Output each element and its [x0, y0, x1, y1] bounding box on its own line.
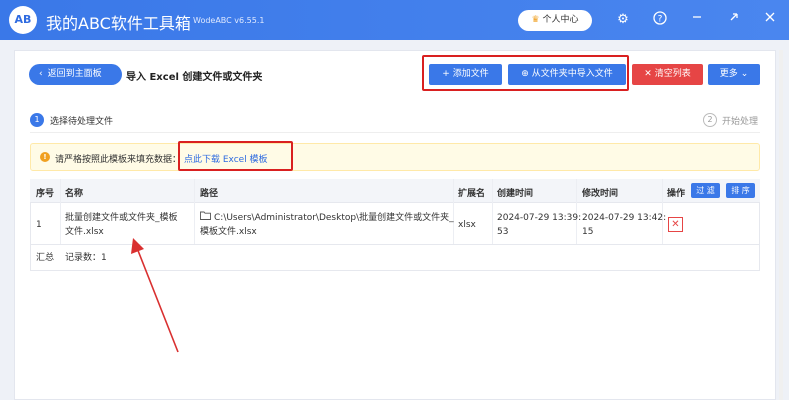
- annotation-arrow: [131, 238, 179, 353]
- scrollbar[interactable]: [779, 50, 783, 400]
